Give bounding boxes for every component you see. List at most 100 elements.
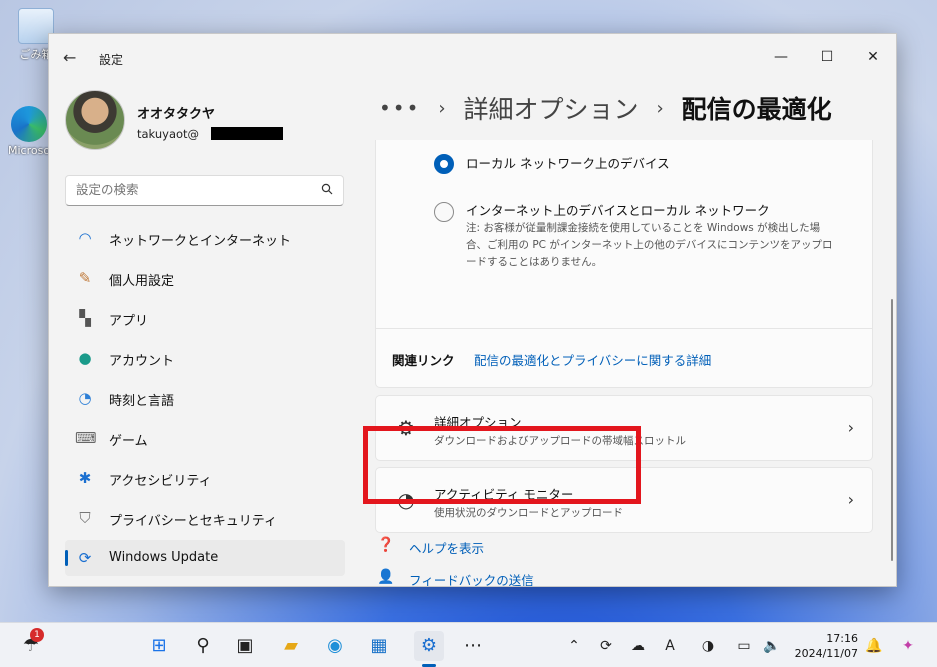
sidebar-item-accounts[interactable]: ● アカウント bbox=[65, 340, 345, 376]
cloud-off-icon[interactable]: ☁ bbox=[628, 636, 648, 656]
sidebar-item-label: 時刻と言語 bbox=[109, 394, 175, 409]
person-icon: ● bbox=[78, 349, 92, 367]
file-explorer-icon[interactable]: ▰ bbox=[276, 631, 306, 661]
row-title: 詳細オプション bbox=[434, 415, 522, 430]
sidebar-item-label: アプリ bbox=[109, 314, 149, 329]
page-title: 配信の最適化 bbox=[681, 95, 832, 124]
help-icon: ❓ bbox=[377, 537, 395, 553]
sidebar-item-label: Windows Update bbox=[109, 550, 219, 565]
chevron-right-icon: › bbox=[656, 97, 664, 119]
notification-badge: 1 bbox=[30, 628, 44, 642]
chevron-up-icon[interactable]: ⌃ bbox=[564, 636, 584, 656]
chevron-right-icon: › bbox=[847, 418, 854, 437]
download-source-card: ローカル ネットワーク上のデバイス インターネット上のデバイスとローカル ネット… bbox=[375, 140, 873, 388]
app-title: 設定 bbox=[99, 53, 124, 67]
edge-label: Microsoft Edge bbox=[8, 144, 50, 157]
row-subtitle: ダウンロードおよびアップロードの帯域幅スロットル bbox=[434, 435, 686, 447]
related-link-privacy[interactable]: 配信の最適化とプライバシーに関する詳細 bbox=[474, 350, 711, 369]
sidebar-item-personalization[interactable]: ✎ 個人用設定 bbox=[65, 260, 345, 296]
sidebar-nav: ◠ ネットワークとインターネット ✎ 個人用設定 ▚ アプリ ● アカウント ◔… bbox=[65, 220, 345, 580]
more-apps-icon[interactable]: ⋯ bbox=[458, 631, 488, 661]
copilot-icon[interactable]: ✦ bbox=[898, 636, 918, 656]
sidebar-item-gaming[interactable]: ⌨ ゲーム bbox=[65, 420, 345, 456]
sidebar-item-label: 個人用設定 bbox=[109, 274, 175, 289]
settings-taskbar-icon[interactable]: ⚙ bbox=[414, 631, 444, 661]
sidebar-item-apps[interactable]: ▚ アプリ bbox=[65, 300, 345, 336]
volume-icon[interactable]: 🔈 bbox=[762, 636, 782, 656]
option-internet-note: 注: お客様が従量制課金接続を使用していることを Windows が検出した場合… bbox=[466, 222, 833, 268]
close-button[interactable]: ✕ bbox=[853, 42, 893, 72]
user-name: オオタタクヤ bbox=[137, 107, 216, 122]
option-internet-label: インターネット上のデバイスとローカル ネットワーク bbox=[466, 203, 770, 218]
sidebar-item-windows-update[interactable]: ⟳ Windows Update bbox=[65, 540, 345, 576]
edge-icon bbox=[11, 106, 47, 142]
gamepad-icon: ⌨ bbox=[75, 429, 97, 447]
breadcrumb: ••• › 詳細オプション › 配信の最適化 bbox=[379, 90, 832, 130]
sidebar-item-network[interactable]: ◠ ネットワークとインターネット bbox=[65, 220, 345, 256]
sidebar-item-time-language[interactable]: ◔ 時刻と言語 bbox=[65, 380, 345, 416]
globe-clock-icon: ◔ bbox=[78, 389, 92, 407]
breadcrumb-more-button[interactable]: ••• bbox=[379, 96, 420, 120]
user-email: takuyaot@ bbox=[137, 127, 200, 141]
sync-icon[interactable]: ⟳ bbox=[596, 636, 616, 656]
title-bar: ← 設定 — ☐ ✕ bbox=[49, 34, 896, 80]
edge-icon[interactable]: ◉ bbox=[320, 631, 350, 661]
search-input[interactable] bbox=[76, 182, 306, 197]
taskbar: ☂ 1 ⊞ ⚲ ▣ ▰ ◉ ▦ ⚙ ⋯ ⌃ ⟳ ☁ A ◑ ▭ 🔈 17:16 … bbox=[0, 622, 937, 667]
ime-indicator[interactable]: A bbox=[660, 636, 680, 656]
sidebar-item-accessibility[interactable]: ✱ アクセシビリティ bbox=[65, 460, 345, 496]
advanced-options-row[interactable]: ⚙ 詳細オプション ダウンロードおよびアップロードの帯域幅スロットル › bbox=[375, 395, 873, 461]
help-link[interactable]: ヘルプを表示 bbox=[409, 538, 484, 557]
radio-internet[interactable] bbox=[434, 202, 454, 222]
display-icon[interactable]: ▭ bbox=[734, 636, 754, 656]
row-title: アクティビティ モニター bbox=[434, 487, 574, 502]
task-view-icon[interactable]: ▣ bbox=[230, 631, 260, 661]
minimize-button[interactable]: — bbox=[761, 42, 801, 72]
feedback-icon: 👤 bbox=[377, 569, 395, 585]
search-icon[interactable]: ⚲ bbox=[188, 631, 218, 661]
gear-icon: ⚙ bbox=[397, 416, 415, 440]
related-links-label: 関連リンク bbox=[392, 353, 455, 368]
divider bbox=[376, 328, 872, 329]
accessibility-icon: ✱ bbox=[78, 469, 92, 487]
copilot-circle-icon[interactable]: ◑ bbox=[698, 636, 718, 656]
sidebar: オオタタクヤ takuyaot@ ◠ ネットワークとインターネット ✎ 個人用設… bbox=[49, 80, 359, 586]
radio-local-network[interactable] bbox=[434, 154, 454, 174]
update-icon: ⟳ bbox=[78, 549, 92, 567]
chevron-right-icon: › bbox=[438, 97, 446, 119]
sidebar-item-label: アカウント bbox=[109, 354, 175, 369]
settings-window: ← 設定 — ☐ ✕ オオタタクヤ takuyaot@ ◠ ネットワークとインタ… bbox=[48, 33, 897, 587]
scrollbar[interactable] bbox=[891, 299, 893, 561]
edge-desktop-icon[interactable]: Microsoft Edge bbox=[8, 106, 50, 157]
clock-date: 2024/11/07 bbox=[794, 647, 858, 660]
option-local-label: ローカル ネットワーク上のデバイス bbox=[466, 156, 670, 171]
store-icon[interactable]: ▦ bbox=[364, 631, 394, 661]
avatar bbox=[65, 90, 125, 150]
apps-icon: ▚ bbox=[79, 309, 91, 327]
start-button[interactable]: ⊞ bbox=[144, 631, 174, 661]
main-content: ••• › 詳細オプション › 配信の最適化 ローカル ネットワーク上のデバイス… bbox=[369, 80, 896, 586]
clock-time: 17:16 bbox=[826, 632, 858, 645]
wifi-icon: ◠ bbox=[78, 229, 92, 247]
feedback-link[interactable]: フィードバックの送信 bbox=[409, 570, 534, 586]
sidebar-item-label: アクセシビリティ bbox=[109, 474, 212, 489]
brush-icon: ✎ bbox=[78, 269, 92, 287]
email-redaction bbox=[211, 127, 283, 140]
maximize-button[interactable]: ☐ bbox=[807, 42, 847, 72]
activity-monitor-row[interactable]: ◔ アクティビティ モニター 使用状況のダウンロードとアップロード › bbox=[375, 467, 873, 533]
row-subtitle: 使用状況のダウンロードとアップロード bbox=[434, 507, 623, 519]
notification-bell-icon[interactable]: 🔔 bbox=[864, 636, 884, 656]
sidebar-item-label: ゲーム bbox=[109, 434, 148, 449]
sidebar-item-label: ネットワークとインターネット bbox=[109, 234, 292, 249]
profile[interactable]: オオタタクヤ takuyaot@ bbox=[65, 90, 345, 154]
search-box[interactable] bbox=[65, 175, 344, 206]
back-arrow-icon[interactable]: ← bbox=[63, 48, 83, 68]
sidebar-item-privacy[interactable]: ⛉ プライバシーとセキュリティ bbox=[65, 500, 345, 536]
sidebar-item-label: プライバシーとセキュリティ bbox=[109, 514, 277, 529]
chevron-right-icon: › bbox=[847, 490, 854, 509]
breadcrumb-parent[interactable]: 詳細オプション bbox=[464, 95, 639, 124]
search-icon[interactable] bbox=[321, 183, 333, 198]
clock[interactable]: 17:16 2024/11/07 bbox=[792, 631, 858, 661]
shield-icon: ⛉ bbox=[79, 509, 91, 527]
weather-widget[interactable]: ☂ 1 bbox=[16, 628, 46, 661]
